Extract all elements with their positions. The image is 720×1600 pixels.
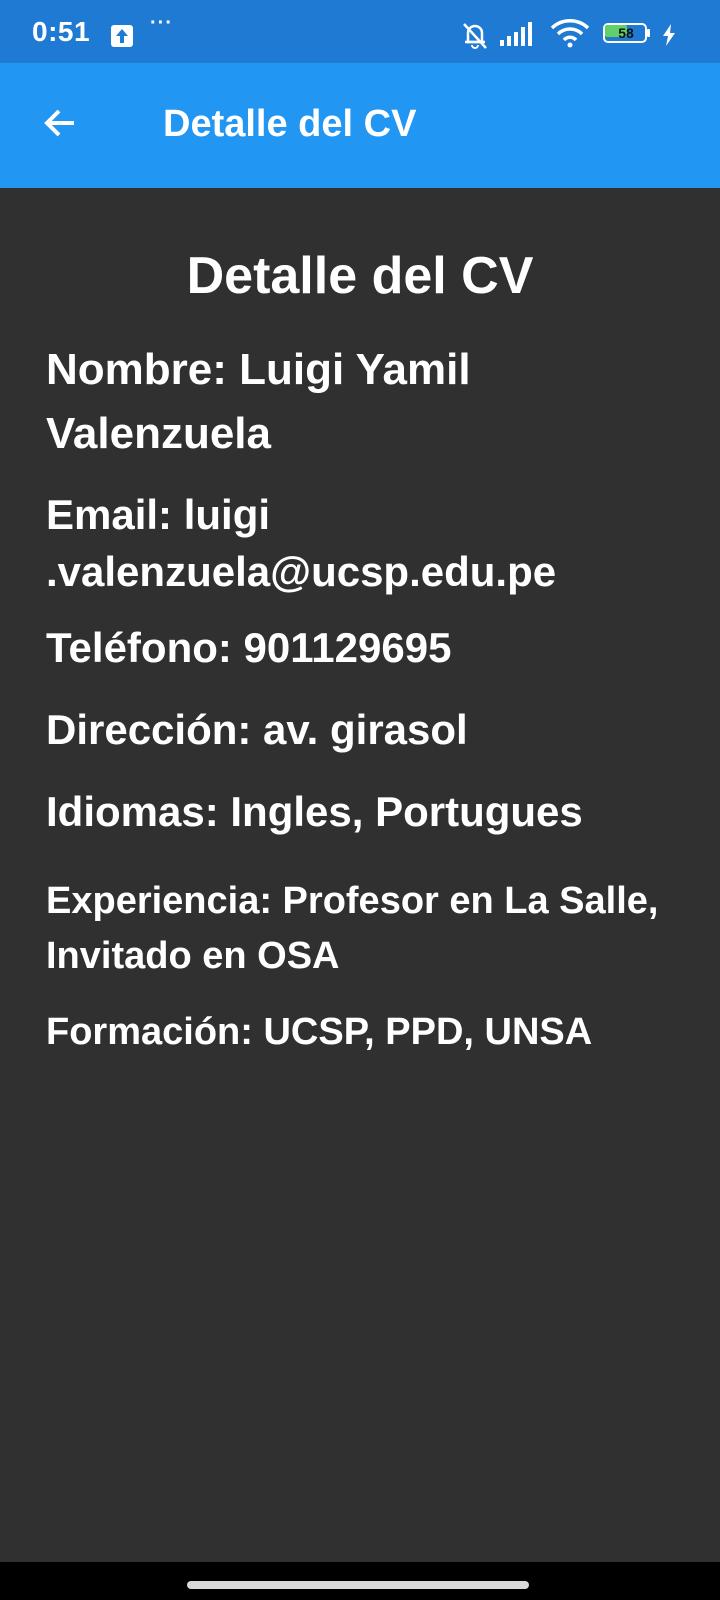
- more-icon: ···: [150, 12, 173, 34]
- notifications-off-icon: [460, 20, 490, 55]
- cv-nombre: Nombre: Luigi Yamil Valenzuela: [46, 345, 471, 458]
- status-time: 0:51: [32, 16, 91, 47]
- battery-level: 58: [618, 25, 634, 41]
- cv-experiencia: Experiencia: Profesor en La Salle, Invit…: [46, 880, 659, 977]
- home-indicator[interactable]: [187, 1581, 529, 1589]
- arrow-back-icon: [44, 109, 74, 137]
- signal-icon: [500, 22, 536, 53]
- wifi-icon: [550, 18, 590, 53]
- charging-icon: [662, 24, 676, 51]
- app-bar-title: Detalle del CV: [163, 103, 417, 145]
- battery-icon: 58: [603, 23, 653, 47]
- cv-idiomas: Idiomas: Ingles, Portugues: [46, 788, 583, 835]
- status-bar: 0:51 ··· 58: [0, 0, 720, 63]
- cv-telefono: Teléfono: 901129695: [46, 624, 452, 671]
- back-button[interactable]: [30, 93, 90, 153]
- cv-formacion: Formación: UCSP, PPD, UNSA: [46, 1011, 593, 1053]
- upload-icon: [111, 25, 133, 47]
- navigation-bar: [0, 1562, 720, 1600]
- cv-email: Email: luigi .valenzuela@ucsp.edu.pe: [46, 491, 557, 595]
- page-title: Detalle del CV: [186, 247, 534, 305]
- cv-direccion: Dirección: av. girasol: [46, 706, 468, 753]
- app-bar: Detalle del CV: [0, 63, 720, 188]
